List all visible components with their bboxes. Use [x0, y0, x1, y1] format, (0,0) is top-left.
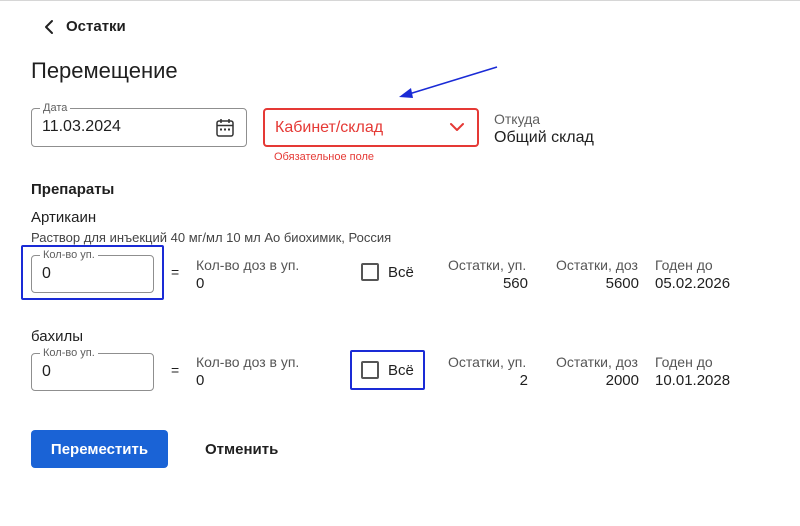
back-label: Остатки	[66, 18, 126, 35]
move-button[interactable]: Переместить	[31, 430, 168, 468]
source-label: Откуда	[494, 111, 541, 127]
date-field-label: Дата	[40, 101, 71, 115]
doses-value: 0	[196, 275, 205, 292]
chevron-down-icon	[450, 123, 464, 131]
checkbox-box[interactable]	[361, 361, 379, 379]
destination-select[interactable]: Кабинет/склад	[263, 108, 479, 147]
all-label: Всё	[388, 361, 414, 379]
expiry-label: Годен до	[655, 257, 713, 273]
doses-label: Кол-во доз в уп.	[196, 257, 300, 273]
equals-sign: =	[171, 264, 180, 280]
doses-value: 0	[196, 372, 205, 389]
stock-doses-label: Остатки, доз	[556, 354, 638, 370]
back-link[interactable]: Остатки	[44, 18, 126, 35]
all-checkbox[interactable]: Всё	[361, 263, 414, 281]
stock-doses-label: Остатки, доз	[556, 257, 638, 273]
quantity-input[interactable]: Кол-во уп. 0	[31, 346, 154, 391]
item-description: Раствор для инъекций 40 мг/мл 10 мл Ао б…	[31, 230, 392, 245]
section-title: Препараты	[31, 181, 115, 198]
date-field[interactable]: Дата 11.03.2024	[31, 101, 247, 147]
doses-label: Кол-во доз в уп.	[196, 354, 300, 370]
stock-packs-value: 2	[519, 372, 528, 389]
expiry-value: 10.01.2028	[655, 372, 731, 389]
all-label: Всё	[388, 263, 414, 281]
quantity-value: 0	[42, 265, 51, 282]
quantity-label: Кол-во уп.	[40, 248, 98, 262]
destination-placeholder: Кабинет/склад	[275, 119, 384, 136]
page-title: Перемещение	[31, 58, 178, 83]
stock-packs-value: 560	[502, 275, 528, 292]
cancel-button[interactable]: Отменить	[191, 430, 292, 468]
date-field-value: 11.03.2024	[42, 118, 121, 135]
top-divider	[0, 0, 800, 1]
stock-doses-value: 2000	[605, 372, 639, 389]
quantity-input[interactable]: Кол-во уп. 0	[31, 248, 154, 293]
calendar-icon[interactable]	[216, 118, 234, 137]
expiry-value: 05.02.2026	[655, 275, 731, 292]
source-value: Общий склад	[494, 129, 594, 146]
stock-packs-label: Остатки, уп.	[448, 354, 527, 370]
chevron-left-icon	[45, 19, 53, 34]
checkbox-box[interactable]	[361, 263, 379, 281]
arrow-icon	[399, 66, 498, 98]
stock-doses-value: 5600	[605, 275, 639, 292]
item-name: бахилы	[31, 328, 84, 345]
equals-sign: =	[171, 362, 180, 378]
item-name: Артикаин	[31, 209, 97, 226]
quantity-label: Кол-во уп.	[40, 346, 98, 360]
quantity-value: 0	[42, 363, 51, 380]
expiry-label: Годен до	[655, 354, 713, 370]
destination-error: Обязательное поле	[274, 151, 375, 163]
stock-packs-label: Остатки, уп.	[448, 257, 527, 273]
all-checkbox[interactable]: Всё	[361, 361, 414, 379]
